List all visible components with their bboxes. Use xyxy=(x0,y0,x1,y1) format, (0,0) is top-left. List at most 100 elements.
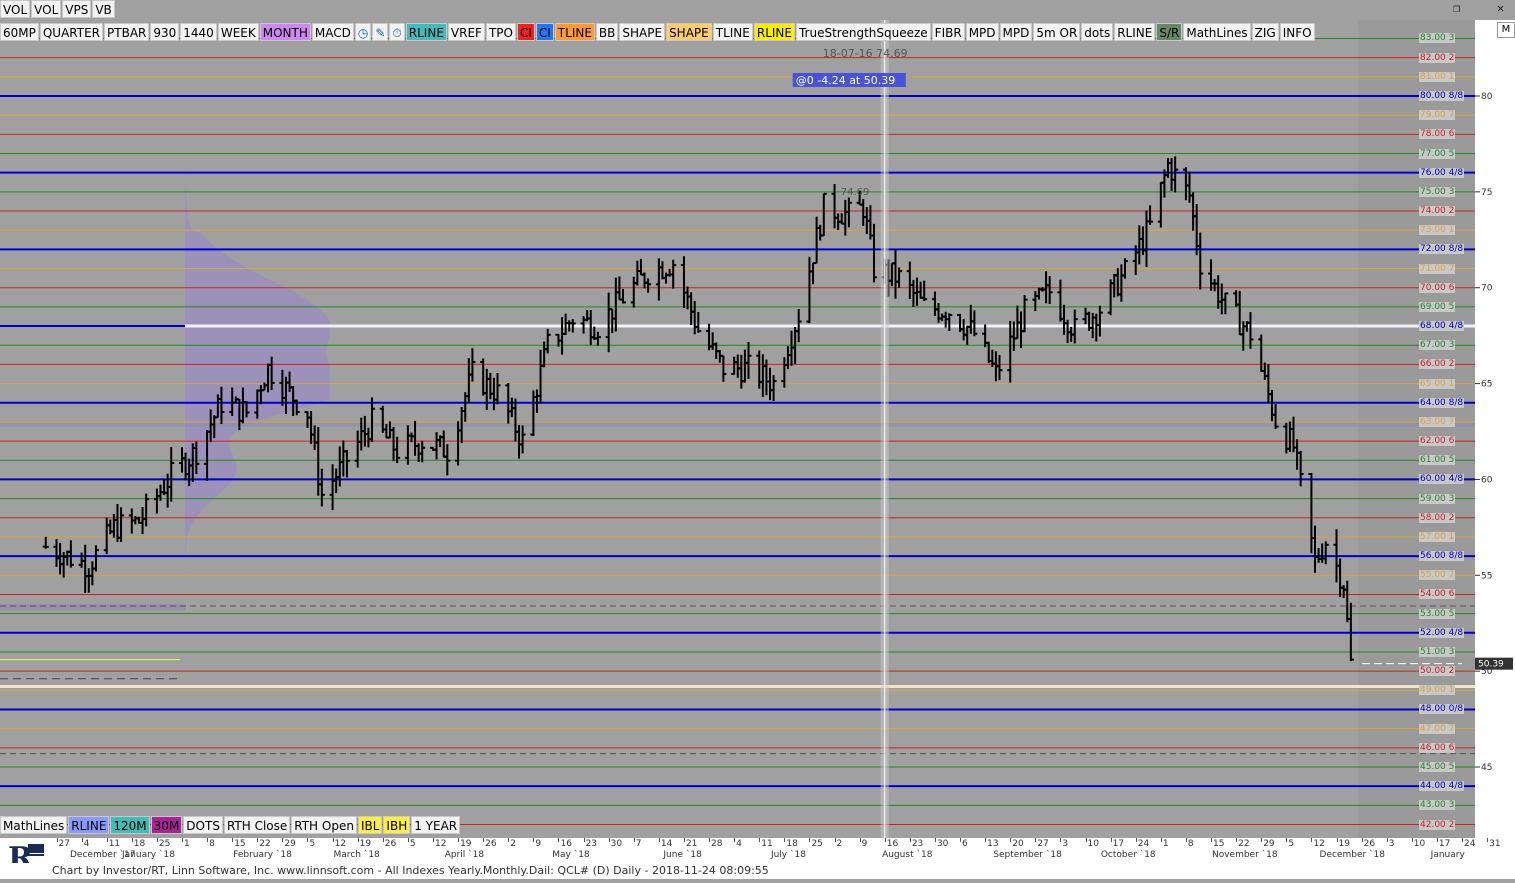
bot-30m-button[interactable]: 30M xyxy=(150,816,183,834)
date-tick-label: 6 xyxy=(962,839,968,849)
date-tick-label: 30 xyxy=(610,839,623,849)
date-tick xyxy=(784,838,786,842)
high-label: 74.69 xyxy=(841,187,870,198)
date-tick xyxy=(909,838,911,842)
clock-icon[interactable]: ◷ xyxy=(354,23,372,41)
main-shape-button[interactable]: SHAPE xyxy=(666,23,712,41)
main-mathlines-button[interactable]: MathLines xyxy=(1183,23,1251,41)
date-tick xyxy=(407,838,409,842)
level-label: 76.00 4/8 xyxy=(1419,167,1465,178)
date-tick xyxy=(1286,838,1288,842)
date-tick xyxy=(282,838,284,842)
main-shape-button[interactable]: SHAPE xyxy=(619,23,666,41)
date-tick-label: 2 xyxy=(510,839,516,849)
main-mpd-button[interactable]: MPD xyxy=(965,23,999,41)
main-ci-button[interactable]: CI xyxy=(535,23,554,41)
level-label: 81.00 1 xyxy=(1419,71,1456,82)
date-tick-label: 15 xyxy=(234,839,246,849)
chart-menu-button[interactable]: M xyxy=(1497,22,1515,38)
main-5m-or-button[interactable]: 5m OR xyxy=(1033,23,1081,41)
close-icon[interactable]: ✕ xyxy=(1497,1,1504,15)
price-tick-label: 45 xyxy=(1481,763,1492,773)
date-tick xyxy=(859,838,861,842)
date-tick xyxy=(658,838,660,842)
level-label: 65.00 1 xyxy=(1419,378,1456,389)
main-vref-button[interactable]: VREF xyxy=(447,23,485,41)
profile-base-band xyxy=(0,604,185,611)
main-fibr-button[interactable]: FIBR xyxy=(931,23,965,41)
date-tick xyxy=(985,838,987,842)
price-tick-label: 60 xyxy=(1481,475,1493,485)
main-tpo-button[interactable]: TPO xyxy=(485,23,516,41)
date-tick-label: 21 xyxy=(685,839,698,849)
main-week-button[interactable]: WEEK xyxy=(217,23,259,41)
bot-mathlines-button[interactable]: MathLines xyxy=(0,816,68,834)
top-vb-button[interactable]: VB xyxy=(92,0,115,18)
main-ptbar-button[interactable]: PTBAR xyxy=(104,23,150,41)
level-label: 53.00 5 xyxy=(1419,608,1456,619)
main-zig-button[interactable]: ZIG xyxy=(1251,23,1279,41)
bot-ibl-button[interactable]: IBL xyxy=(357,816,383,834)
main-dots-button[interactable]: dots xyxy=(1081,23,1114,41)
main-rline-button[interactable]: RLINE xyxy=(405,23,447,41)
date-tick-label: 5 xyxy=(409,839,416,849)
main-bb-button[interactable]: BB xyxy=(595,23,619,41)
price-chart[interactable]: @0 -4.24 at 50.39 18-07-16 74.69 74.69 xyxy=(0,20,1475,838)
top-vps-button[interactable]: VPS xyxy=(62,0,92,18)
bot-120m-button[interactable]: 120M xyxy=(110,816,150,834)
level-label: 80.00 8/8 xyxy=(1419,91,1465,101)
date-tick xyxy=(1261,838,1263,842)
date-tick-label: 5 xyxy=(1288,839,1295,849)
bot-rline-button[interactable]: RLINE xyxy=(68,816,110,834)
top-vol-button[interactable]: VOL xyxy=(0,0,31,18)
date-tick xyxy=(56,838,58,842)
restore-icon[interactable]: ❐ xyxy=(1453,1,1460,15)
main-tline-button[interactable]: TLINE xyxy=(712,23,753,41)
main-rline-button[interactable]: RLINE xyxy=(1114,23,1156,41)
level-label: 82.00 2 xyxy=(1419,52,1456,63)
date-tick xyxy=(357,838,359,842)
date-tick-label: 3 xyxy=(1062,839,1069,849)
date-tick xyxy=(1411,838,1413,842)
date-tick-label: 22 xyxy=(259,839,271,849)
top-vol-button[interactable]: VOL xyxy=(31,0,62,18)
stopwatch-icon[interactable]: ⏱ xyxy=(389,23,405,41)
bot-1-year-button[interactable]: 1 YEAR xyxy=(411,816,461,834)
level-label: 55.00 7 xyxy=(1419,570,1456,581)
main-month-button[interactable]: MONTH xyxy=(259,23,311,41)
date-tick xyxy=(458,838,460,842)
main-truestrengthsqueeze-button[interactable]: TrueStrengthSqueeze xyxy=(795,23,931,41)
date-tick xyxy=(508,838,510,842)
date-tick xyxy=(1436,838,1438,842)
bot-rth-close-button[interactable]: RTH Close xyxy=(223,816,291,834)
date-tick-label: 8 xyxy=(209,839,215,849)
top-mini-toolbar: VOL VOL VPS VB xyxy=(0,0,116,20)
main-tline-button[interactable]: TLINE xyxy=(554,23,595,41)
price-tick-label: 55 xyxy=(1481,571,1492,581)
date-tick xyxy=(182,838,183,842)
date-axis[interactable]: 27 4 11 18 25 1 8 15 22 29 5 12 19 26 5 12 19 26 2 9 16 23 30 7… xyxy=(50,838,1515,863)
bot-ibh-button[interactable]: IBH xyxy=(383,816,411,834)
month-label: October `18 xyxy=(1100,850,1156,860)
main-60mp-button[interactable]: 60MP xyxy=(0,23,39,41)
main-macd-button[interactable]: MACD xyxy=(311,23,354,41)
main-ci-button[interactable]: CI xyxy=(516,23,535,41)
main-1440-button[interactable]: 1440 xyxy=(180,23,217,41)
main-rline-button[interactable]: RLINE xyxy=(753,23,795,41)
price-axis[interactable]: 45 50 55 60 65 70 75 80 50.39 xyxy=(1475,20,1515,838)
month-label: June `18 xyxy=(663,850,702,860)
bot-dots-button[interactable]: DOTS xyxy=(183,816,223,834)
future-area xyxy=(1358,20,1475,838)
main-s-r-button[interactable]: S/R xyxy=(1156,23,1183,41)
bot-rth-open-button[interactable]: RTH Open xyxy=(291,816,357,834)
month-label: January xyxy=(1430,850,1465,860)
date-tick-label: 17 xyxy=(1112,839,1125,849)
main-info-button[interactable]: INFO xyxy=(1279,23,1315,41)
main-mpd-button[interactable]: MPD xyxy=(999,23,1033,41)
level-label: 59.00 3 xyxy=(1419,493,1456,504)
main-quarter-button[interactable]: QUARTER xyxy=(39,23,104,41)
cursor-date-text: 18-07-16 74.69 xyxy=(823,47,908,60)
pencil-icon[interactable]: ✎ xyxy=(372,23,389,41)
main-930-button[interactable]: 930 xyxy=(150,23,180,41)
date-tick-label: 22 xyxy=(1238,839,1250,849)
